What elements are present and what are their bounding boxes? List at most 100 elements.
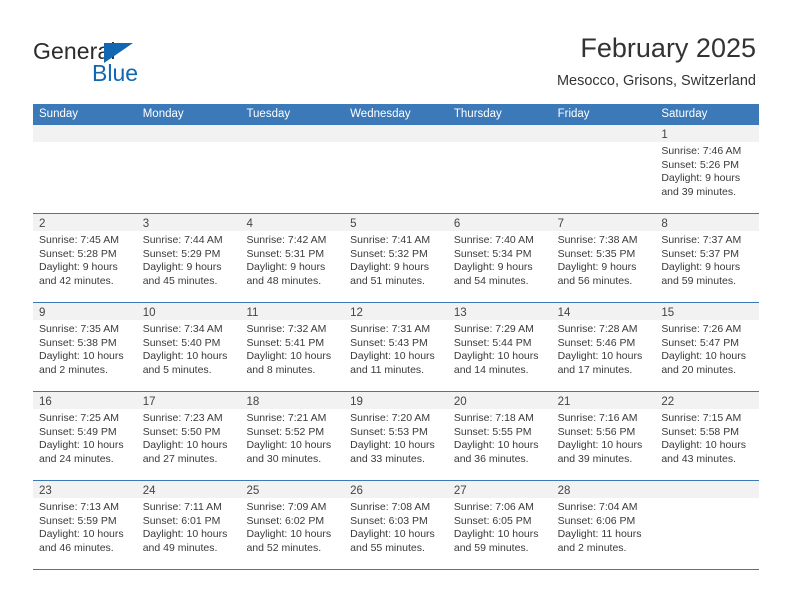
day-cell-12[interactable]: 12 Sunrise: 7:31 AM Sunset: 5:43 PM Dayligh… (344, 303, 448, 391)
day-sun-info: Sunrise: 7:40 AM Sunset: 5:34 PM Daylight:… (448, 231, 552, 288)
day-info-line: Sunset: 6:05 PM (453, 514, 532, 527)
day-info-line: Sunrise: 7:21 AM (246, 412, 327, 424)
day-cell-10[interactable]: 10 Sunrise: 7:34 AM Sunset: 5:40 PM Dayligh… (136, 303, 241, 391)
day-sun-info: Sunrise: 7:06 AM Sunset: 6:05 PM Daylight:… (448, 498, 552, 555)
day-info-line: Sunrise: 7:46 AM (661, 145, 742, 157)
day-cell-17[interactable]: 17 Sunrise: 7:23 AM Sunset: 5:50 PM Dayligh… (136, 392, 241, 480)
day-cell-9[interactable]: 9 Sunrise: 7:35 AM Sunset: 5:38 PM Daylight… (33, 303, 137, 391)
page-subtitle-location: Mesocco, Grisons, Switzerland (556, 73, 756, 89)
day-number-band (344, 125, 448, 142)
day-info-line: and 55 minutes. (350, 541, 425, 554)
day-sun-info: Sunrise: 7:44 AM Sunset: 5:29 PM Daylight:… (137, 231, 241, 288)
day-info-line: and 27 minutes. (142, 452, 218, 465)
day-info-line: Daylight: 10 hours (453, 528, 539, 541)
day-info-line: Sunrise: 7:04 AM (557, 501, 638, 513)
day-info-line: and 11 minutes. (350, 363, 425, 376)
day-cell-26[interactable]: 26 Sunrise: 7:08 AM Sunset: 6:03 PM Dayligh… (344, 481, 448, 569)
day-cell-18[interactable]: 18 Sunrise: 7:21 AM Sunset: 5:52 PM Dayligh… (240, 392, 345, 480)
day-info-line: Sunrise: 7:38 AM (557, 234, 638, 246)
page-title: February 2025 (580, 33, 756, 63)
day-info-line: Daylight: 9 hours (557, 261, 637, 274)
day-cell-6[interactable]: 6 Sunrise: 7:40 AM Sunset: 5:34 PM Daylight… (447, 214, 552, 302)
day-info-line: Daylight: 10 hours (39, 350, 124, 363)
day-sun-info: Sunrise: 7:35 AM Sunset: 5:38 PM Daylight:… (33, 320, 137, 377)
day-number: 17 (142, 396, 156, 408)
day-number-band: 7 (551, 214, 656, 231)
day-number-band: 15 (655, 303, 760, 320)
day-number: 22 (661, 396, 675, 408)
day-number: 7 (557, 218, 564, 230)
day-number-band: 24 (136, 481, 241, 498)
day-number: 3 (142, 218, 150, 230)
day-cell-15[interactable]: 15 Sunrise: 7:26 AM Sunset: 5:47 PM Dayligh… (655, 303, 760, 391)
day-cell-2[interactable]: 2 Sunrise: 7:45 AM Sunset: 5:28 PM Daylight… (33, 214, 137, 302)
day-number: 26 (350, 485, 363, 497)
day-number-band: 8 (655, 214, 760, 231)
weekday-header-saturday: Saturday (661, 108, 708, 120)
day-number: 28 (557, 485, 571, 497)
day-number-band: 5 (344, 214, 448, 231)
day-cell-28[interactable]: 28 Sunrise: 7:04 AM Sunset: 6:06 PM Dayligh… (551, 481, 656, 569)
day-cell-25[interactable]: 25 Sunrise: 7:09 AM Sunset: 6:02 PM Dayligh… (240, 481, 345, 569)
day-cell-1[interactable]: 1 Sunrise: 7:46 AM Sunset: 5:26 PM Daylight… (655, 125, 760, 213)
day-info-line: Sunset: 5:34 PM (453, 247, 532, 260)
generalblue-logo[interactable]: General Blue (33, 38, 273, 94)
day-cell-14[interactable]: 14 Sunrise: 7:28 AM Sunset: 5:46 PM Dayligh… (551, 303, 656, 391)
day-cell-7[interactable]: 7 Sunrise: 7:38 AM Sunset: 5:35 PM Daylight… (551, 214, 656, 302)
day-info-line: Daylight: 10 hours (557, 439, 643, 452)
day-info-line: and 48 minutes. (246, 274, 322, 287)
day-cell-19[interactable]: 19 Sunrise: 7:20 AM Sunset: 5:53 PM Dayligh… (344, 392, 448, 480)
day-info-line: Daylight: 10 hours (350, 528, 435, 541)
day-info-line: Sunset: 6:03 PM (350, 514, 428, 527)
day-cell-16[interactable]: 16 Sunrise: 7:25 AM Sunset: 5:49 PM Dayligh… (33, 392, 137, 480)
day-number-band: 19 (344, 392, 448, 409)
day-info-line: and 8 minutes. (246, 363, 316, 376)
day-number-band (655, 481, 760, 498)
day-info-line: Sunrise: 7:40 AM (453, 234, 534, 246)
day-number: 16 (39, 396, 52, 408)
day-number-band (240, 125, 345, 142)
day-cell-8[interactable]: 8 Sunrise: 7:37 AM Sunset: 5:37 PM Daylight… (655, 214, 760, 302)
day-cell-23[interactable]: 23 Sunrise: 7:13 AM Sunset: 5:59 PM Dayligh… (33, 481, 137, 569)
day-cell-27[interactable]: 27 Sunrise: 7:06 AM Sunset: 6:05 PM Dayligh… (447, 481, 552, 569)
day-info-line: Sunset: 5:59 PM (39, 514, 117, 527)
day-number-band: 4 (240, 214, 345, 231)
day-number-band: 2 (33, 214, 137, 231)
day-info-line: and 39 minutes. (661, 185, 737, 198)
day-info-line: and 20 minutes. (661, 363, 737, 376)
day-cell-4[interactable]: 4 Sunrise: 7:42 AM Sunset: 5:31 PM Daylight… (240, 214, 345, 302)
day-cell-24[interactable]: 24 Sunrise: 7:11 AM Sunset: 6:01 PM Dayligh… (136, 481, 241, 569)
day-info-line: Daylight: 9 hours (661, 172, 741, 185)
day-info-line: Daylight: 11 hours (557, 528, 642, 541)
day-number: 2 (39, 218, 46, 230)
day-sun-info: Sunrise: 7:18 AM Sunset: 5:55 PM Daylight:… (448, 409, 552, 466)
day-cell-empty (240, 125, 345, 213)
calendar-page: General Blue February 2025 Mesocco, Gris… (0, 0, 792, 612)
day-info-line: and 17 minutes. (557, 363, 633, 376)
day-info-line: and 33 minutes. (350, 452, 425, 465)
day-info-line: and 2 minutes. (39, 363, 108, 376)
day-cell-3[interactable]: 3 Sunrise: 7:44 AM Sunset: 5:29 PM Daylight… (136, 214, 241, 302)
day-info-line: and 14 minutes. (453, 363, 529, 376)
day-info-line: Sunrise: 7:06 AM (453, 501, 534, 513)
weekday-header-sunday: Sunday (39, 108, 79, 120)
day-sun-info: Sunrise: 7:04 AM Sunset: 6:06 PM Daylight:… (552, 498, 656, 555)
day-number-band: 28 (551, 481, 656, 498)
day-info-line: Daylight: 10 hours (350, 350, 435, 363)
day-info-line: Sunrise: 7:23 AM (142, 412, 223, 424)
day-info-line: Sunset: 5:52 PM (246, 425, 325, 438)
day-number-band: 12 (344, 303, 448, 320)
day-cell-21[interactable]: 21 Sunrise: 7:16 AM Sunset: 5:56 PM Dayligh… (551, 392, 656, 480)
day-cell-5[interactable]: 5 Sunrise: 7:41 AM Sunset: 5:32 PM Daylight… (344, 214, 448, 302)
weekday-header-friday: Friday (557, 108, 590, 120)
day-info-line: Sunset: 5:53 PM (350, 425, 428, 438)
day-cell-22[interactable]: 22 Sunrise: 7:15 AM Sunset: 5:58 PM Dayligh… (655, 392, 760, 480)
day-sun-info: Sunrise: 7:29 AM Sunset: 5:44 PM Daylight:… (448, 320, 552, 377)
day-info-line: Daylight: 10 hours (246, 439, 332, 452)
day-cell-20[interactable]: 20 Sunrise: 7:18 AM Sunset: 5:55 PM Dayligh… (447, 392, 552, 480)
day-sun-info: Sunrise: 7:20 AM Sunset: 5:53 PM Daylight:… (344, 409, 448, 466)
day-info-line: Daylight: 10 hours (453, 439, 539, 452)
day-sun-info: Sunrise: 7:11 AM Sunset: 6:01 PM Daylight:… (137, 498, 241, 555)
day-cell-13[interactable]: 13 Sunrise: 7:29 AM Sunset: 5:44 PM Dayligh… (447, 303, 552, 391)
day-cell-11[interactable]: 11 Sunrise: 7:32 AM Sunset: 5:41 PM Dayligh… (240, 303, 345, 391)
